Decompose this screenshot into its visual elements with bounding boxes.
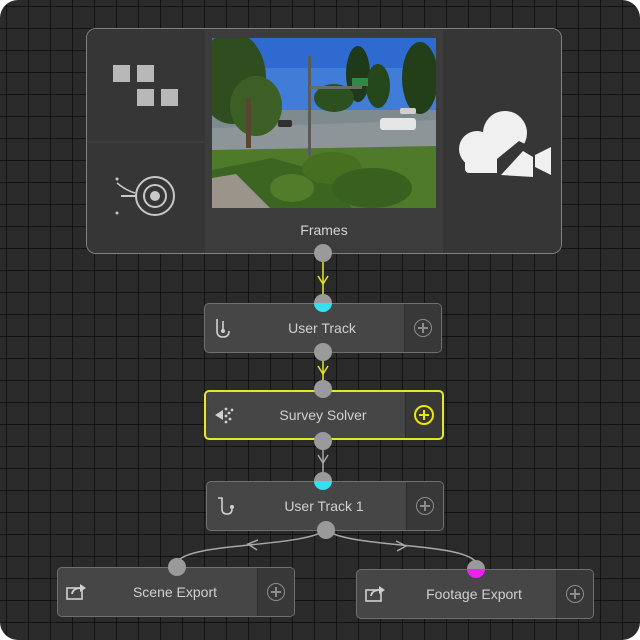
tiles-icon xyxy=(113,65,178,106)
survey-solver-add-button[interactable] xyxy=(405,392,442,438)
user-track-input-port[interactable] xyxy=(314,294,332,312)
track-icon xyxy=(205,304,241,352)
wire-frames-to-user-track[interactable] xyxy=(317,262,329,296)
add-circle-icon xyxy=(267,583,285,601)
add-circle-icon xyxy=(414,319,432,337)
add-circle-icon xyxy=(414,405,434,425)
movie-camera-icon xyxy=(459,111,551,179)
survey-solver-output-port[interactable] xyxy=(314,432,332,450)
scene-export-input-port[interactable] xyxy=(168,558,186,576)
lens-icon xyxy=(115,176,175,216)
footage-export-input-port[interactable] xyxy=(467,560,485,578)
add-circle-icon xyxy=(416,497,434,515)
node-graph-canvas[interactable]: Frames User Track Survey Solver User Tra… xyxy=(0,0,640,640)
user-track-1-output-port[interactable] xyxy=(317,521,335,539)
user-track-1-add-button[interactable] xyxy=(406,482,443,530)
frames-output-port[interactable] xyxy=(314,244,332,262)
wire-user-track-1-to-footage-export[interactable] xyxy=(325,529,477,563)
frames-thumbnail xyxy=(212,38,436,208)
user-track-output-port[interactable] xyxy=(314,343,332,361)
add-circle-icon xyxy=(566,585,584,603)
footage-export-add-button[interactable] xyxy=(556,570,593,618)
track-icon xyxy=(207,482,243,530)
export-icon xyxy=(357,570,393,618)
camera-cell[interactable] xyxy=(443,29,561,253)
export-icon xyxy=(58,568,94,616)
user-track-add-button[interactable] xyxy=(404,304,441,352)
solver-icon xyxy=(206,392,242,438)
lens-cell[interactable] xyxy=(87,143,205,253)
frames-label: Frames xyxy=(300,222,348,238)
user-track-1-input-port[interactable] xyxy=(314,472,332,490)
wire-user-track-1-to-scene-export[interactable] xyxy=(176,529,327,563)
scene-export-add-button[interactable] xyxy=(257,568,294,616)
tiles-cell[interactable] xyxy=(87,29,205,141)
survey-solver-input-port[interactable] xyxy=(314,380,332,398)
